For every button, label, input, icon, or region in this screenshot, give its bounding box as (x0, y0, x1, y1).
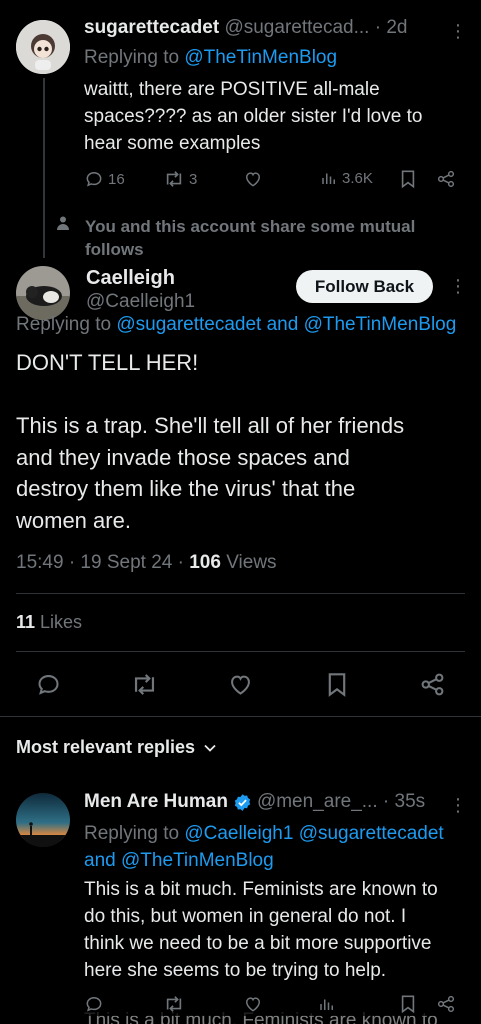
avatar[interactable] (16, 20, 70, 74)
mutual-follows-text: You and this account share some mutual f… (85, 217, 416, 259)
more-options-icon[interactable]: ⋮ (449, 22, 467, 40)
repost-icon (134, 674, 155, 695)
bookmark-icon (401, 170, 415, 189)
heart-icon (245, 172, 261, 187)
heart-icon (231, 675, 250, 695)
repost-icon (166, 171, 182, 187)
mention-link[interactable]: @Caelleigh1 @sugarettecadet (184, 823, 443, 844)
mention-link[interactable]: @TheTinMenBlog (121, 850, 274, 871)
mention-link[interactable]: @sugarettecadet and @TheTinMenBlog (116, 314, 456, 335)
views-button[interactable]: 3.6K (320, 169, 373, 187)
share-button[interactable] (419, 671, 446, 698)
section-divider (0, 716, 481, 717)
bookmark-icon (328, 673, 346, 697)
person-icon (57, 216, 69, 230)
analytics-icon (322, 173, 335, 184)
views-button[interactable] (318, 995, 336, 1013)
bookmark-icon (401, 995, 415, 1014)
reply-button[interactable]: 16 (84, 169, 125, 189)
reply-author-row: sugarettecadet @sugarettecad... · 2d (84, 17, 407, 39)
replying-to: Replying to @TheTinMenBlog (84, 47, 338, 68)
thread-line (43, 78, 45, 258)
comment-icon (38, 675, 59, 695)
views-count: 106 (189, 552, 221, 573)
repost-button[interactable] (130, 671, 159, 698)
follow-back-button[interactable]: Follow Back (296, 270, 433, 303)
avatar-image (16, 266, 70, 320)
mutual-follows-note (56, 215, 70, 231)
avatar[interactable] (16, 793, 70, 847)
display-name[interactable]: Caelleigh (86, 267, 175, 290)
heart-icon (245, 997, 261, 1012)
display-name[interactable]: sugarettecadet (84, 17, 219, 38)
repost-button[interactable]: 3 (163, 169, 197, 189)
action-bar-backdrop (70, 992, 481, 1016)
avatar-image (16, 793, 70, 847)
more-options-icon[interactable]: ⋮ (449, 796, 467, 814)
post-body: DON'T TELL HER! This is a trap. She'll t… (16, 350, 405, 533)
like-button[interactable] (243, 169, 263, 189)
reply-button[interactable] (84, 994, 104, 1014)
like-button[interactable] (227, 671, 254, 698)
share-icon (437, 995, 455, 1013)
sort-label: Most relevant replies (16, 737, 196, 757)
post-meta: 15:49 · 19 Sept 24 · 106 Views (16, 552, 277, 574)
like-button[interactable] (243, 994, 263, 1014)
repost-button[interactable] (163, 994, 185, 1014)
divider (16, 593, 465, 594)
share-icon (421, 673, 444, 696)
chevron-down-icon (204, 744, 216, 752)
display-name[interactable]: Men Are Human (84, 791, 228, 813)
divider (16, 651, 465, 652)
reply-text: This is a bit much. Feminists are known … (84, 879, 438, 981)
share-button[interactable] (436, 994, 456, 1014)
repost-icon (166, 996, 182, 1012)
replying-to: Replying to @sugarettecadet and @TheTinM… (16, 314, 457, 335)
share-button[interactable] (436, 169, 456, 189)
reply-text: waittt, there are POSITIVE all-male spac… (84, 79, 423, 154)
views-label: Views (220, 552, 277, 573)
replying-to: Replying to @Caelleigh1 @sugarettecadet … (84, 823, 444, 871)
verified-badge-icon (234, 793, 251, 811)
handle-time: @sugarettecad... · 2d (224, 17, 408, 38)
avatar[interactable] (16, 266, 70, 320)
timestamp[interactable]: 15:49 · 19 Sept 24 · (16, 552, 189, 573)
share-icon (437, 170, 455, 188)
replies-sort-dropdown[interactable]: Most relevant replies (16, 737, 217, 758)
comment-icon (86, 171, 102, 187)
likes-stat[interactable]: 11 Likes (16, 612, 82, 633)
more-options-icon[interactable]: ⋮ (449, 277, 467, 295)
handle-time: @men_are_... · 35s (256, 791, 426, 812)
handle[interactable]: @Caelleigh1 (86, 291, 195, 313)
bookmark-button[interactable] (399, 994, 417, 1014)
comment-icon (86, 996, 102, 1012)
bookmark-button[interactable] (399, 169, 417, 189)
reply-author-row: Men Are Human @men_are_... · 35s (84, 791, 425, 813)
reply-button[interactable] (35, 671, 62, 698)
mention-link[interactable]: @TheTinMenBlog (184, 47, 337, 68)
analytics-icon (320, 999, 333, 1010)
avatar-image (16, 20, 70, 74)
bookmark-button[interactable] (325, 671, 349, 698)
